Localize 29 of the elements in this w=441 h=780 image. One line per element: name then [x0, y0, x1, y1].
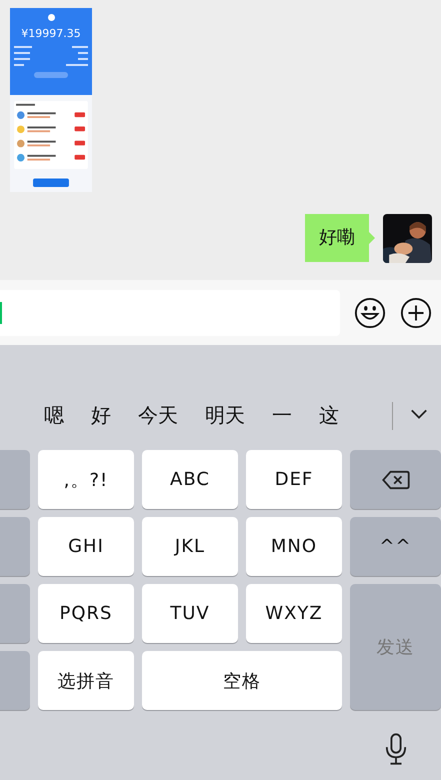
chevron-down-icon[interactable] [410, 408, 428, 420]
candidate-word[interactable]: 一 [272, 402, 292, 428]
keyboard-key[interactable]: ,。?! [38, 450, 134, 509]
candidate-word[interactable]: 好 [91, 402, 111, 428]
keyboard-key[interactable]: PQRS [38, 584, 134, 643]
keyboard-key[interactable]: WXYZ [246, 584, 342, 643]
emoji-icon[interactable] [354, 296, 386, 328]
keyboard-key[interactable]: MNO [246, 517, 342, 576]
add-icon[interactable] [400, 296, 432, 328]
backspace-icon [382, 470, 410, 490]
logo-icon [48, 14, 54, 21]
screenshot-thumbnail[interactable]: ¥19997.35 [10, 8, 92, 192]
keyboard-key[interactable]: ABC [142, 450, 238, 509]
message-bubble: 好嘞 [305, 214, 375, 262]
keyboard-key[interactable]: GHI [38, 517, 134, 576]
candidate-word[interactable]: 明天 [205, 402, 245, 428]
microphone-icon[interactable] [385, 733, 407, 765]
keyboard-key[interactable]: JKL [142, 517, 238, 576]
balance-amount: ¥19997.35 [21, 27, 81, 40]
message-input[interactable] [0, 290, 340, 336]
candidate-word[interactable]: 这 [319, 402, 339, 428]
keyboard-key[interactable]: TUV [142, 584, 238, 643]
keyboard-key[interactable]: DEF [246, 450, 342, 509]
keyboard-key[interactable]: 选拼音 [38, 651, 134, 710]
emoticon-key[interactable]: ^^ [350, 517, 441, 576]
delete-key[interactable] [350, 450, 441, 509]
candidate-word[interactable]: 今天 [138, 402, 178, 428]
candidate-word[interactable]: 嗯 [44, 402, 64, 428]
space-key[interactable]: 空格 [142, 651, 342, 710]
